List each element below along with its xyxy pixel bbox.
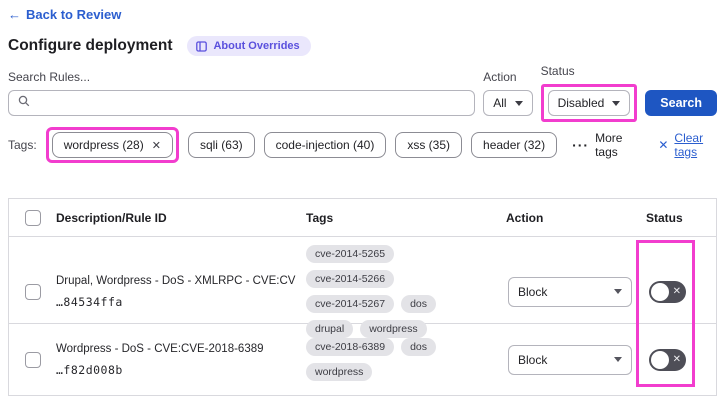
rule-description-cell: Drupal, Wordpress - DoS - XMLRPC - CVE:C…: [56, 275, 306, 309]
table-row: Wordpress - DoS - CVE:CVE-2018-6389 …f82…: [9, 324, 716, 395]
tag-chip-label: xss (35): [407, 138, 450, 152]
row-checkbox-cell: [9, 284, 56, 300]
search-rules-input[interactable]: [37, 96, 465, 110]
search-button[interactable]: Search: [645, 90, 717, 116]
tag-chip-code-injection[interactable]: code-injection (40): [264, 132, 387, 158]
more-tags-label: More tags: [595, 131, 635, 159]
about-overrides-label: About Overrides: [213, 40, 299, 52]
table-row: Drupal, Wordpress - DoS - XMLRPC - CVE:C…: [9, 237, 716, 324]
row-checkbox[interactable]: [25, 352, 41, 368]
rule-id: …84534ffa: [56, 295, 296, 309]
back-link-label: Back to Review: [26, 7, 121, 22]
status-filter-value: Disabled: [558, 96, 605, 110]
rule-status-cell: ✕: [646, 349, 716, 371]
action-select-dropdown[interactable]: Block: [508, 345, 632, 375]
action-select-dropdown[interactable]: Block: [508, 277, 632, 307]
column-header-tags: Tags: [306, 211, 506, 225]
table-header-row: Description/Rule ID Tags Action Status: [9, 199, 716, 237]
tag-chip-label: code-injection (40): [276, 138, 375, 152]
status-filter-group: Status Disabled: [541, 64, 638, 116]
action-filter-label: Action: [483, 70, 532, 84]
rule-status-cell: ✕: [646, 281, 716, 303]
column-header-status: Status: [646, 211, 716, 225]
toggle-x-icon: ✕: [673, 355, 681, 365]
back-to-review-link[interactable]: ← Back to Review: [8, 7, 121, 22]
rule-tag: cve-2014-5266: [306, 270, 394, 288]
rules-table: Description/Rule ID Tags Action Status D…: [8, 198, 717, 396]
rule-id: …f82d008b: [56, 363, 296, 377]
page-title: Configure deployment: [8, 37, 172, 55]
rule-description-cell: Wordpress - DoS - CVE:CVE-2018-6389 …f82…: [56, 343, 306, 377]
rule-tag: wordpress: [306, 363, 372, 381]
search-rules-label: Search Rules...: [8, 70, 475, 84]
column-header-description: Description/Rule ID: [56, 211, 306, 225]
toggle-knob: [651, 351, 669, 369]
about-overrides-badge[interactable]: About Overrides: [187, 36, 310, 56]
toggle-knob: [651, 283, 669, 301]
back-arrow-icon: ←: [8, 7, 21, 22]
chevron-down-icon: [612, 101, 620, 106]
tag-chip-xss[interactable]: xss (35): [395, 132, 462, 158]
tag-chip-label: header (32): [483, 138, 545, 152]
rule-tag: dos: [401, 338, 436, 356]
tag-chip-label: sqli (63): [200, 138, 243, 152]
row-checkbox[interactable]: [25, 284, 41, 300]
clear-tags-label: Clear tags: [674, 131, 717, 159]
action-filter-value: All: [493, 96, 506, 110]
rule-description: Wordpress - DoS - CVE:CVE-2018-6389: [56, 343, 296, 355]
rule-tag: cve-2018-6389: [306, 338, 394, 356]
status-toggle-off[interactable]: ✕: [649, 281, 686, 303]
more-tags-button[interactable]: ··· More tags: [572, 131, 635, 159]
tags-bar: Tags: wordpress (28) ✕ sqli (63) code-in…: [8, 127, 717, 163]
clear-tags-x-icon: ✕: [658, 138, 668, 152]
action-select-value: Block: [518, 353, 547, 367]
status-toggle-off[interactable]: ✕: [649, 349, 686, 371]
status-filter-highlight: Disabled: [541, 84, 638, 122]
tags-bar-label: Tags:: [8, 138, 37, 152]
chevron-down-icon: [614, 289, 622, 294]
select-all-cell: [9, 210, 56, 226]
status-filter-label: Status: [541, 64, 638, 78]
chevron-down-icon: [515, 101, 523, 106]
column-header-action: Action: [506, 211, 646, 225]
rule-action-cell: Block: [506, 345, 646, 375]
tag-chip-wordpress[interactable]: wordpress (28) ✕: [52, 132, 173, 158]
rule-tag: dos: [401, 295, 436, 313]
rule-action-cell: Block: [506, 277, 646, 307]
action-filter-dropdown[interactable]: All: [483, 90, 532, 116]
row-checkbox-cell: [9, 352, 56, 368]
tag-chip-sqli[interactable]: sqli (63): [188, 132, 255, 158]
rule-tag: cve-2014-5267: [306, 295, 394, 313]
action-select-value: Block: [518, 285, 547, 299]
clear-tags-button[interactable]: ✕ Clear tags: [658, 131, 717, 159]
rule-tags-cell: cve-2018-6389 dos wordpress: [306, 330, 506, 389]
search-rules-group: Search Rules...: [8, 70, 475, 116]
ellipsis-icon: ···: [572, 137, 589, 153]
rule-tag: cve-2014-5265: [306, 245, 394, 263]
rule-description: Drupal, Wordpress - DoS - XMLRPC - CVE:C…: [56, 275, 296, 287]
action-filter-group: Action All: [483, 70, 532, 116]
selected-tag-highlight: wordpress (28) ✕: [46, 127, 179, 163]
filters-row: Search Rules... Action All Status Disabl…: [8, 64, 717, 116]
status-filter-dropdown[interactable]: Disabled: [548, 90, 631, 116]
search-rules-box: [8, 90, 475, 116]
title-row: Configure deployment About Overrides: [8, 36, 717, 56]
search-icon: [18, 94, 30, 112]
toggle-x-icon: ✕: [673, 287, 681, 297]
tag-chip-label: wordpress (28): [64, 138, 144, 152]
remove-tag-icon[interactable]: ✕: [152, 139, 161, 152]
chevron-down-icon: [614, 357, 622, 362]
docs-icon: [196, 41, 207, 52]
tag-chip-header[interactable]: header (32): [471, 132, 557, 158]
select-all-checkbox[interactable]: [25, 210, 41, 226]
configure-deployment-page: ← Back to Review Configure deployment Ab…: [0, 0, 725, 406]
